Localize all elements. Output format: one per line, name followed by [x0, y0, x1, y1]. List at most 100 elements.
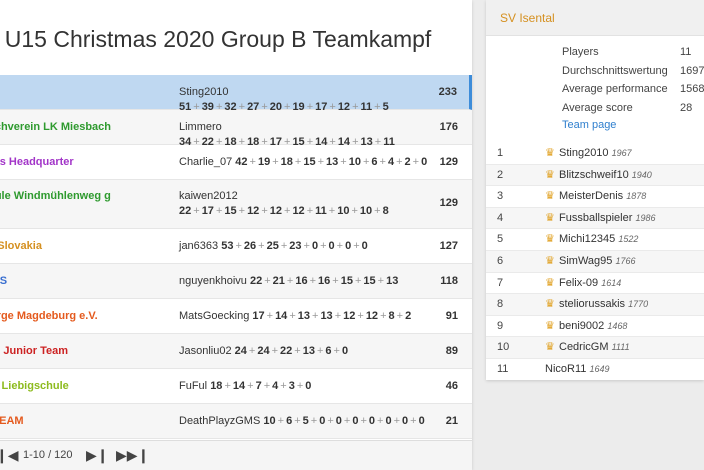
- player-score: 19: [257, 156, 271, 168]
- standings-row[interactable]: s GSnguyenkhoivu 22+21+16+16+15+15+13118: [0, 264, 472, 299]
- player-name-link[interactable]: CedricGM 1111: [559, 341, 630, 353]
- player-name[interactable]: Michi12345: [559, 233, 615, 245]
- plus-sign: +: [380, 310, 387, 322]
- top-player-name[interactable]: kaiwen2012: [179, 190, 238, 202]
- top-player-name[interactable]: MatsGoecking: [179, 310, 249, 322]
- plus-sign: +: [396, 156, 403, 168]
- team-player-row[interactable]: 9 ♛ beni9002 1468: [486, 316, 704, 338]
- player-name[interactable]: beni9002: [559, 320, 604, 332]
- team-players-list: 1 ♛ Sting2010 1967 2 ♛ Blitzschweif10 1940 3 ♛ M…: [486, 143, 704, 380]
- top-player-name[interactable]: Limmero: [179, 121, 222, 133]
- standings-row[interactable]: ck Slovakia jan6363 53+26+25+23+0+0+0+0 12…: [0, 229, 472, 264]
- team-name[interactable]: S TEAM: [0, 414, 160, 429]
- top-player-name[interactable]: nguyenkhoivu: [179, 275, 247, 287]
- team-name[interactable]: ck Slovakia: [0, 239, 160, 254]
- player-name-link[interactable]: SimWag95 1766: [559, 255, 635, 267]
- team-name[interactable]: tal: [0, 85, 160, 100]
- player-name[interactable]: Blitzschweif10: [559, 169, 629, 181]
- player-name[interactable]: SimWag95: [559, 255, 612, 267]
- team-player-row[interactable]: 1 ♛ Sting2010 1967: [486, 143, 704, 165]
- player-name[interactable]: Fussballspieler: [559, 212, 632, 224]
- top-player-name[interactable]: DeathPlayzGMS: [179, 415, 260, 427]
- team-player-row[interactable]: 7 ♛ Felix-09 1614: [486, 273, 704, 295]
- crown-icon: ♛: [545, 147, 555, 159]
- player-rating: 1111: [611, 342, 630, 353]
- team-player-row[interactable]: 8 ♛ steliorussakis 1770: [486, 294, 704, 316]
- team-total-score: 91: [445, 310, 458, 322]
- team-stat-label: Average performance: [562, 83, 668, 95]
- player-score: 15: [363, 275, 376, 287]
- team-page-link[interactable]: Team page: [562, 119, 616, 131]
- standings-row[interactable]: werge Magdeburg e.V.MatsGoecking 17+14+1…: [0, 299, 472, 334]
- plus-sign: +: [332, 275, 339, 287]
- player-score: 0: [341, 345, 349, 357]
- team-scores: jan6363 53 +26 +25 +23 +0 +0 +0 +0: [179, 239, 429, 254]
- team-name[interactable]: Kids Headquarter: [0, 155, 160, 170]
- standings-row[interactable]: AG Liebigschule FuFul 18+14+7+4+3+0 46: [0, 369, 472, 404]
- standings-row[interactable]: talSting2010 51+39+32+27+20+19+17+12+11+…: [0, 75, 472, 113]
- plus-sign: +: [266, 310, 274, 322]
- player-name[interactable]: Felix-09: [559, 277, 598, 289]
- player-name[interactable]: CedricGM: [559, 341, 609, 353]
- player-name[interactable]: steliorussakis: [559, 298, 625, 310]
- plus-sign: +: [328, 205, 336, 217]
- top-player-name[interactable]: Jasonliu02: [179, 345, 232, 357]
- team-total-score: 129: [439, 156, 458, 168]
- standings-row[interactable]: hachverein LK MiesbachLimmero 34+22+18+1…: [0, 110, 472, 148]
- team-player-row[interactable]: 11 NicoR11 1649: [486, 359, 704, 380]
- team-player-row[interactable]: 2 ♛ Blitzschweif10 1940: [486, 164, 704, 187]
- player-name-link[interactable]: steliorussakis 1770: [559, 298, 648, 310]
- team-player-row[interactable]: 5 ♛ Michi12345 1522: [486, 229, 704, 251]
- plus-sign: +: [271, 345, 279, 357]
- player-name[interactable]: Sting2010: [559, 147, 609, 159]
- standings-row[interactable]: Kids HeadquarterCharlie_07 42+19+18+15+1…: [0, 145, 472, 180]
- player-name-link[interactable]: Fussballspieler 1986: [559, 212, 655, 224]
- top-player-name[interactable]: Charlie_07: [179, 156, 232, 168]
- player-name-link[interactable]: Sting2010 1967: [559, 147, 632, 159]
- top-player-name[interactable]: jan6363: [179, 240, 218, 252]
- plus-sign: +: [286, 275, 294, 287]
- player-name-link[interactable]: Felix-09 1614: [559, 277, 621, 289]
- top-player-name[interactable]: Sting2010: [179, 86, 229, 98]
- team-scores: DeathPlayzGMS 10 +6 +5 +0 +0 +0 +0 +0 +0 +0: [179, 414, 429, 429]
- player-name-link[interactable]: MeisterDenis 1878: [559, 190, 646, 202]
- team-name[interactable]: hachverein LK Miesbach: [0, 120, 160, 135]
- standings-row[interactable]: S TEAM DeathPlayzGMS 10+6+5+0+0+0+0+0+0+0…: [0, 404, 472, 439]
- player-score: 12: [343, 310, 356, 322]
- player-rating: 1967: [611, 148, 632, 158]
- player-score: 18: [210, 380, 223, 392]
- team-scores: Charlie_07 42 +19 +18 +15 +13 +10 +6 +4 +2 +0: [179, 155, 429, 170]
- team-name[interactable]: AG Liebigschule: [0, 379, 160, 394]
- team-player-row[interactable]: 4 ♛ Fussballspieler 1986: [486, 207, 704, 230]
- player-name-link[interactable]: beni9002 1468: [559, 320, 627, 332]
- next-page-icon[interactable]: ▶❙: [86, 447, 109, 464]
- player-score: 13: [326, 156, 339, 168]
- player-score: 18: [280, 156, 293, 168]
- team-player-row[interactable]: 10 ♛ CedricGM 1111: [486, 337, 704, 359]
- player-score: 12: [269, 205, 282, 217]
- team-name[interactable]: s GS: [0, 274, 160, 289]
- team-stat: Durchschnittswertung 1697: [562, 65, 704, 84]
- player-name-link[interactable]: NicoR11 1649: [545, 363, 609, 375]
- team-name[interactable]: werge Magdeburg e.V.: [0, 309, 160, 324]
- top-player-name[interactable]: FuFul: [179, 380, 207, 392]
- team-total-score: 233: [438, 86, 457, 98]
- team-player-row[interactable]: 3 ♛ MeisterDenis 1878: [486, 186, 704, 208]
- player-score: 22: [280, 345, 293, 357]
- team-name[interactable]: chule Windmühlenweg g: [0, 189, 160, 204]
- player-name-link[interactable]: Blitzschweif10 1940: [559, 169, 652, 181]
- player-score: 14: [275, 310, 288, 322]
- first-page-icon[interactable]: ❙◀: [0, 447, 19, 464]
- player-name[interactable]: NicoR11: [545, 363, 586, 375]
- last-page-icon[interactable]: ▶▶❙: [116, 447, 149, 464]
- player-name-link[interactable]: Michi12345 1522: [559, 233, 638, 245]
- plus-sign: +: [258, 240, 265, 252]
- player-name[interactable]: MeisterDenis: [559, 190, 623, 202]
- player-score: 8: [382, 205, 389, 217]
- standings-row[interactable]: chule Windmühlenweg gkaiwen2012 22+17+15…: [0, 180, 472, 229]
- team-name[interactable]: ess Junior Team: [0, 344, 160, 359]
- plus-sign: +: [306, 205, 314, 217]
- standings-row[interactable]: ess Junior TeamJasonliu02 24+24+22+13+6+…: [0, 334, 472, 369]
- team-player-row[interactable]: 6 ♛ SimWag95 1766: [486, 250, 704, 273]
- plus-sign: +: [272, 156, 279, 168]
